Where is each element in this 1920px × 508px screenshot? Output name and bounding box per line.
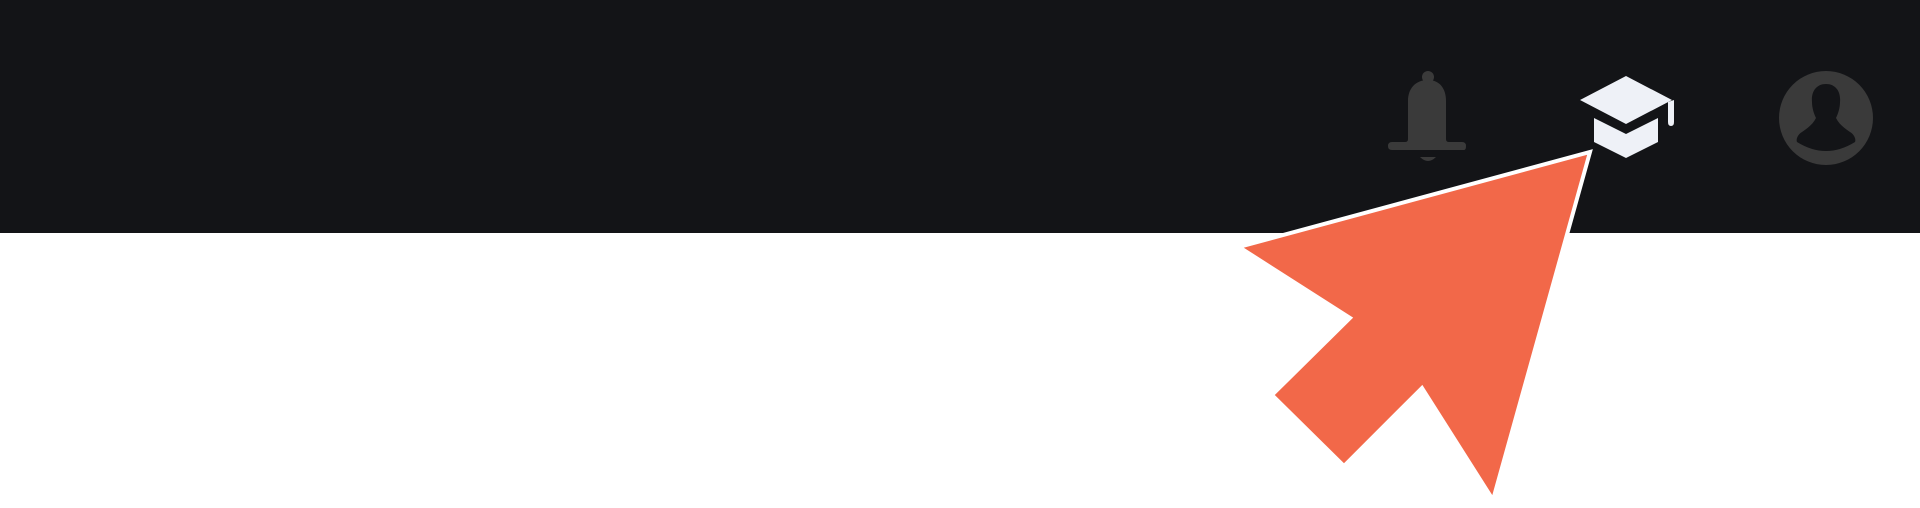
top-navigation-bar (0, 0, 1920, 233)
learning-graduation-cap-icon[interactable] (1578, 72, 1676, 162)
notifications-bell-icon[interactable] (1386, 70, 1466, 165)
user-avatar-icon[interactable] (1778, 70, 1874, 166)
page (0, 0, 1920, 508)
